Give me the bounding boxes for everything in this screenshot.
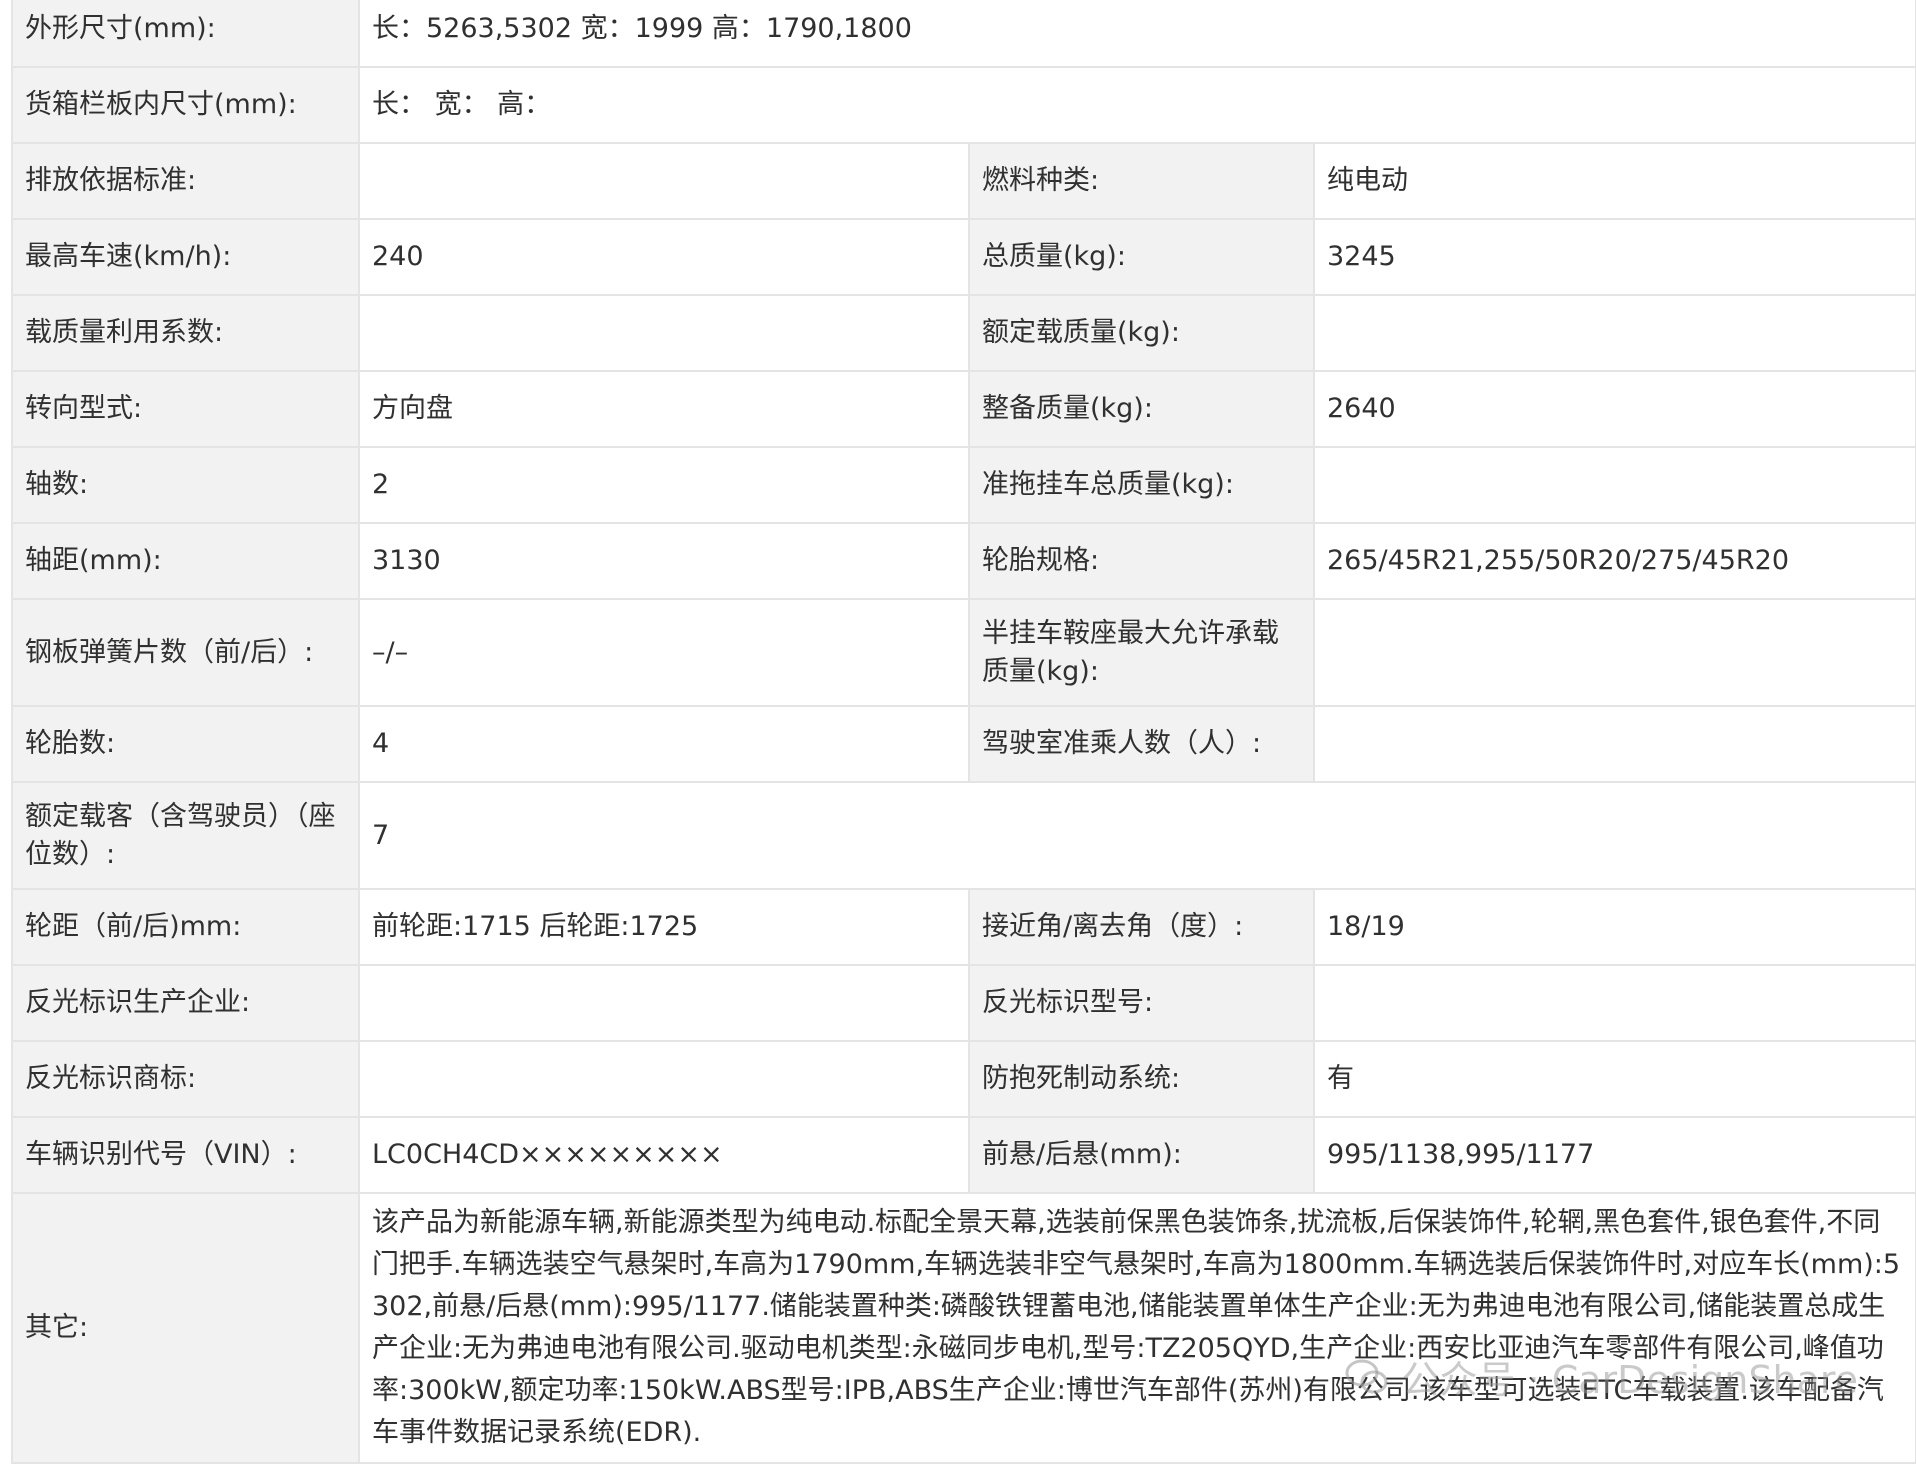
row-label: 轴距(mm): xyxy=(11,522,360,600)
table-row: 反光标识生产企业: 反光标识型号: xyxy=(11,964,1916,1042)
table-row: 外形尺寸(mm): 长：5263,5302 宽：1999 高：1790,1800 xyxy=(11,0,1916,68)
row-value: 2 xyxy=(358,446,970,524)
row-value xyxy=(1312,705,1916,783)
row-label: 钢板弹簧片数（前/后）: xyxy=(11,598,360,707)
row-label: 外形尺寸(mm): xyxy=(11,0,360,68)
row-value: 3130 xyxy=(358,522,970,600)
table-row: 钢板弹簧片数（前/后）: –/– 半挂车鞍座最大允许承载质量(kg): xyxy=(11,598,1916,707)
row-label: 排放依据标准: xyxy=(11,142,360,220)
row-label: 最高车速(km/h): xyxy=(11,218,360,296)
table-row: 载质量利用系数: 额定载质量(kg): xyxy=(11,294,1916,372)
row-label: 轮距（前/后)mm: xyxy=(11,888,360,966)
spec-sheet: 外形尺寸(mm): 长：5263,5302 宽：1999 高：1790,1800… xyxy=(0,0,1916,1464)
table-row: 轴距(mm): 3130 轮胎规格: 265/45R21,255/50R20/2… xyxy=(11,522,1916,600)
row-value: 前轮距:1715 后轮距:1725 xyxy=(358,888,970,966)
other-notes: 该产品为新能源车辆,新能源类型为纯电动.标配全景天幕,选装前保黑色装饰条,扰流板… xyxy=(357,1192,1916,1464)
row-label: 前悬/后悬(mm): xyxy=(968,1116,1315,1194)
row-label: 额定载质量(kg): xyxy=(968,294,1315,372)
row-value: 方向盘 xyxy=(358,370,970,448)
table-row: 最高车速(km/h): 240 总质量(kg): 3245 xyxy=(11,218,1916,296)
row-label: 货箱栏板内尺寸(mm): xyxy=(11,66,360,144)
row-label: 载质量利用系数: xyxy=(11,294,360,372)
row-value: 3245 xyxy=(1312,218,1916,296)
table-row: 额定载客（含驾驶员）（座位数）: 7 xyxy=(11,781,1916,890)
table-row: 转向型式: 方向盘 整备质量(kg): 2640 xyxy=(11,370,1916,448)
row-value: 纯电动 xyxy=(1312,142,1916,220)
row-value: 265/45R21,255/50R20/275/45R20 xyxy=(1312,522,1916,600)
row-value: 2640 xyxy=(1312,370,1916,448)
row-label: 轮胎数: xyxy=(11,705,360,783)
table-row: 轴数: 2 准拖挂车总质量(kg): xyxy=(11,446,1916,524)
row-label: 转向型式: xyxy=(11,370,360,448)
row-value: 18/19 xyxy=(1312,888,1916,966)
table-row: 轮胎数: 4 驾驶室准乘人数（人）: xyxy=(11,705,1916,783)
row-label: 反光标识生产企业: xyxy=(11,964,360,1042)
row-value: 7 xyxy=(357,781,1916,890)
row-value xyxy=(1312,964,1916,1042)
row-label: 接近角/离去角（度）: xyxy=(968,888,1315,966)
row-value: 有 xyxy=(1312,1040,1916,1118)
row-label: 反光标识型号: xyxy=(968,964,1315,1042)
table-row: 反光标识商标: 防抱死制动系统: 有 xyxy=(11,1040,1916,1118)
row-label: 轮胎规格: xyxy=(968,522,1315,600)
row-value: 240 xyxy=(358,218,970,296)
row-label: 轴数: xyxy=(11,446,360,524)
row-label: 反光标识商标: xyxy=(11,1040,360,1118)
row-label: 整备质量(kg): xyxy=(968,370,1315,448)
row-value: 4 xyxy=(358,705,970,783)
row-value: 长：5263,5302 宽：1999 高：1790,1800 xyxy=(357,0,1916,68)
row-value: LC0CH4CD××××××××× xyxy=(358,1116,970,1194)
row-label: 驾驶室准乘人数（人）: xyxy=(968,705,1315,783)
table-row: 其它: 该产品为新能源车辆,新能源类型为纯电动.标配全景天幕,选装前保黑色装饰条… xyxy=(11,1192,1916,1464)
row-value xyxy=(358,1040,970,1118)
row-value: 995/1138,995/1177 xyxy=(1312,1116,1916,1194)
row-value xyxy=(1312,294,1916,372)
row-label: 燃料种类: xyxy=(968,142,1315,220)
row-label: 总质量(kg): xyxy=(968,218,1315,296)
row-label: 车辆识别代号（VIN）: xyxy=(11,1116,360,1194)
row-value xyxy=(358,142,970,220)
row-value xyxy=(1312,598,1916,707)
row-value xyxy=(1312,446,1916,524)
table-row: 排放依据标准: 燃料种类: 纯电动 xyxy=(11,142,1916,220)
row-value xyxy=(358,294,970,372)
row-label: 半挂车鞍座最大允许承载质量(kg): xyxy=(968,598,1315,707)
row-value: –/– xyxy=(358,598,970,707)
row-value: 长： 宽： 高： xyxy=(357,66,1916,144)
row-value xyxy=(358,964,970,1042)
row-label: 防抱死制动系统: xyxy=(968,1040,1315,1118)
table-row: 货箱栏板内尺寸(mm): 长： 宽： 高： xyxy=(11,66,1916,144)
vehicle-spec-table: 外形尺寸(mm): 长：5263,5302 宽：1999 高：1790,1800… xyxy=(11,0,1916,1464)
table-row: 车辆识别代号（VIN）: LC0CH4CD××××××××× 前悬/后悬(mm)… xyxy=(11,1116,1916,1194)
row-label: 额定载客（含驾驶员）（座位数）: xyxy=(11,781,360,890)
table-row: 轮距（前/后)mm: 前轮距:1715 后轮距:1725 接近角/离去角（度）:… xyxy=(11,888,1916,966)
row-label: 其它: xyxy=(11,1192,360,1464)
row-label: 准拖挂车总质量(kg): xyxy=(968,446,1315,524)
